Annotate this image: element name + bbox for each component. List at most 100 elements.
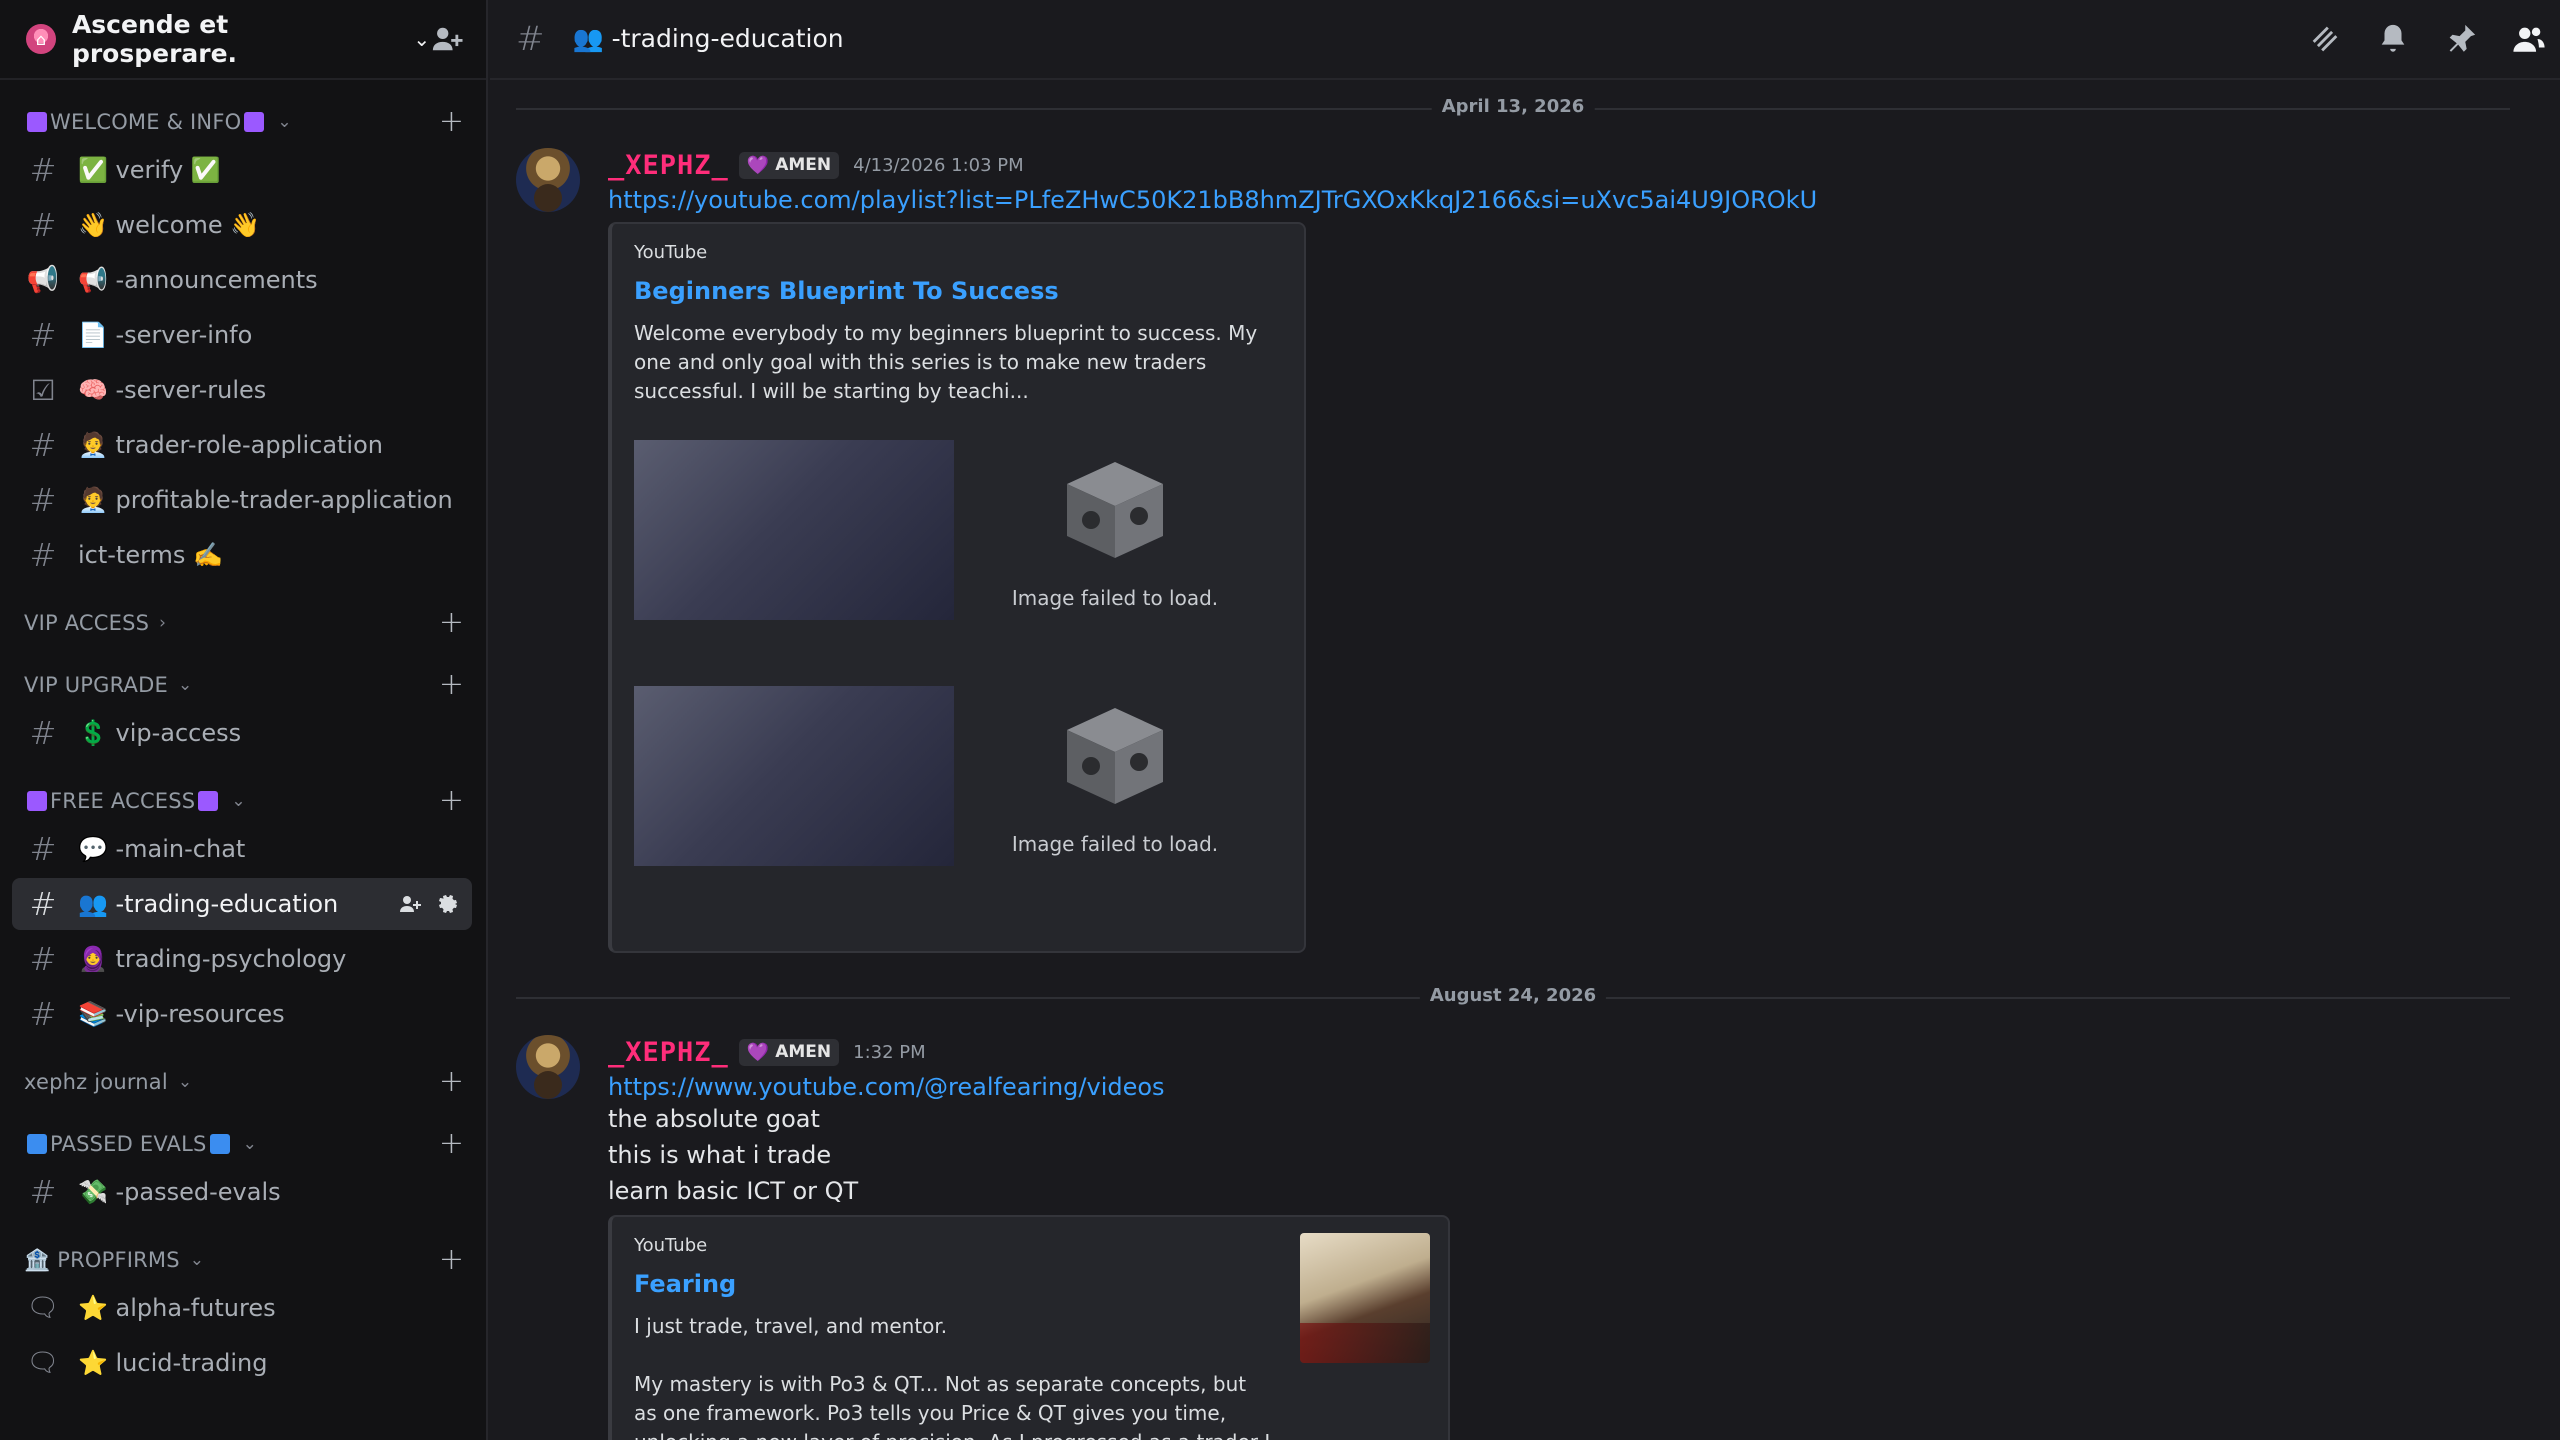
channel-trader-role-application[interactable]: # 🧑‍💼 trader-role-application [12,419,472,471]
channel-trading-education[interactable]: # 👥 -trading-education [12,878,472,930]
category-propfirms[interactable]: 🏦 PROPFIRMS ⌄ + [0,1240,486,1280]
category-vip-access[interactable]: VIP ACCESS › + [0,603,486,643]
channel-ict-terms[interactable]: # ict-terms ✍️ [12,529,472,581]
date-divider-label: August 24, 2026 [1419,985,1607,1006]
image-failed-text: Image failed to load. [1011,586,1219,610]
chevron-down-icon: ⌄ [413,27,431,51]
threads-icon[interactable] [2308,22,2342,56]
date-divider: April 13, 2026 [516,96,2510,117]
category-free-access[interactable]: FREE ACCESS ⌄ + [0,781,486,821]
server-header[interactable]: ⌂ Ascende et prosperare. ⌄ [0,0,486,80]
bell-icon[interactable] [2376,22,2410,56]
gear-icon[interactable] [434,892,458,916]
embed-description-line: I just trade, travel, and mentor. [634,1314,948,1338]
channel-announcements[interactable]: 📢 📢 -announcements [12,254,472,306]
channel-server-rules[interactable]: ☑ 🧠 -server-rules [12,364,472,416]
category-passed-evals[interactable]: PASSED EVALS ⌄ + [0,1124,486,1164]
embed-provider: YouTube [634,1235,708,1256]
channel-label: ⭐ lucid-trading [78,1349,268,1377]
members-icon[interactable] [2512,22,2546,56]
channel-vip-access[interactable]: # 💲 vip-access [12,707,472,759]
embed-description: Welcome everybody to my beginners bluepr… [634,321,1258,403]
message-link[interactable]: https://www.youtube.com/@realfearing/vid… [608,1073,2560,1101]
message-text: the absolute goat [608,1105,820,1133]
embed-description: I just trade, travel, and mentor. My mas… [634,1312,1274,1440]
megaphone-icon: 📢 [26,265,60,295]
youtube-embed: YouTube Beginners Blueprint To Success W… [608,222,1306,953]
channel-label: 📚 -vip-resources [78,1000,285,1028]
avatar[interactable] [516,148,580,212]
channel-label: ✅ verify ✅ [78,156,221,184]
channel-welcome[interactable]: # 👋 welcome 👋 [12,199,472,251]
heart-icon: 💜 [746,154,770,176]
broken-image-cube-icon [1067,708,1163,804]
channel-profitable-trader-application[interactable]: # 🧑‍💼 profitable-trader-application [12,474,472,526]
add-channel-button[interactable]: + [439,1245,464,1275]
image-failed-placeholder: Image failed to load. [1005,700,1225,856]
role-badge: 💜 AMEN [738,151,840,179]
hashtag-icon: # [29,481,57,519]
message: _XEPHZ_ 💜 AMEN 1:32 PM https://www.youtub… [490,1035,2560,1440]
invite-people-icon[interactable] [430,22,464,56]
message-timestamp: 1:32 PM [853,1041,926,1063]
message-timestamp: 4/13/2026 1:03 PM [853,154,1024,176]
chevron-down-icon: ⌄ [177,675,193,695]
channel-passed-evals[interactable]: # 💸 -passed-evals [12,1166,472,1218]
chevron-down-icon: ⌄ [189,1250,205,1270]
message-author[interactable]: _XEPHZ_ [608,1037,729,1068]
chevron-down-icon: ⌄ [242,1134,257,1154]
server-name: Ascende et prosperare. [71,10,238,68]
category-welcome-info[interactable]: WELCOME & INFO ⌄ + [0,102,486,142]
channel-verify[interactable]: # ✅ verify ✅ [12,144,472,196]
channel-trading-psychology[interactable]: # 🧕 trading-psychology [12,933,472,985]
add-channel-button[interactable]: + [439,107,464,137]
video-thumbnail[interactable] [634,686,954,866]
channel-main-chat[interactable]: # 💬 -main-chat [12,823,472,875]
category-name: VIP ACCESS [24,611,150,635]
avatar[interactable] [516,1035,580,1099]
category-name: VIP UPGRADE [24,673,168,697]
channel-label: 🧑‍💼 trader-role-application [78,431,383,459]
date-divider-label: April 13, 2026 [1431,96,1595,117]
channel-sidebar: ⌂ Ascende et prosperare. ⌄ WELCOME & INF… [0,0,488,1440]
hashtag-icon: # [29,316,57,354]
category-name: xephz journal [24,1070,168,1094]
channel-label: 🧕 trading-psychology [78,945,347,973]
channel-title: 👥 -trading-education [572,24,844,53]
broken-image-cube-icon [1067,462,1163,558]
blue-square-icon [209,1134,230,1154]
youtube-embed: YouTube Fearing I just trade, travel, an… [608,1215,1450,1440]
category-name: PASSED EVALS [50,1132,207,1156]
channel-vip-resources[interactable]: # 📚 -vip-resources [12,988,472,1040]
add-channel-button[interactable]: + [439,1067,464,1097]
create-invite-icon[interactable] [398,892,422,916]
video-thumbnail[interactable] [634,440,954,620]
embed-title[interactable]: Fearing [634,1270,1274,1298]
channel-server-info[interactable]: # 📄 -server-info [12,309,472,361]
category-vip-upgrade[interactable]: VIP UPGRADE ⌄ + [0,665,486,705]
channel-label: ict-terms ✍️ [78,541,223,569]
message-author[interactable]: _XEPHZ_ [608,150,729,181]
hashtag-icon: # [29,830,57,868]
channel-lucid-trading[interactable]: 🗨 ⭐ lucid-trading [12,1337,472,1389]
add-channel-button[interactable]: + [439,608,464,638]
message-link[interactable]: https://youtube.com/playlist?list=PLfeZH… [608,186,2560,214]
hashtag-icon: # [29,206,57,244]
category-name: WELCOME & INFO [50,110,242,134]
add-channel-button[interactable]: + [439,786,464,816]
pin-icon[interactable] [2444,22,2478,56]
channel-label: 💸 -passed-evals [78,1178,281,1206]
channel-alpha-futures[interactable]: 🗨 ⭐ alpha-futures [12,1282,472,1334]
purple-square-icon [27,791,47,811]
add-channel-button[interactable]: + [439,1129,464,1159]
hashtag-icon: # [516,19,545,59]
embed-title[interactable]: Beginners Blueprint To Success [634,277,1274,305]
category-name: 🏦 PROPFIRMS [24,1247,180,1272]
hashtag-icon: # [29,536,57,574]
channel-label: 📄 -server-info [78,321,253,349]
add-channel-button[interactable]: + [439,670,464,700]
channel-label: 📢 -announcements [78,266,318,294]
category-xephz-journal[interactable]: xephz journal ⌄ + [0,1062,486,1102]
purple-square-icon [244,112,265,132]
channel-thumbnail[interactable] [1300,1233,1430,1363]
